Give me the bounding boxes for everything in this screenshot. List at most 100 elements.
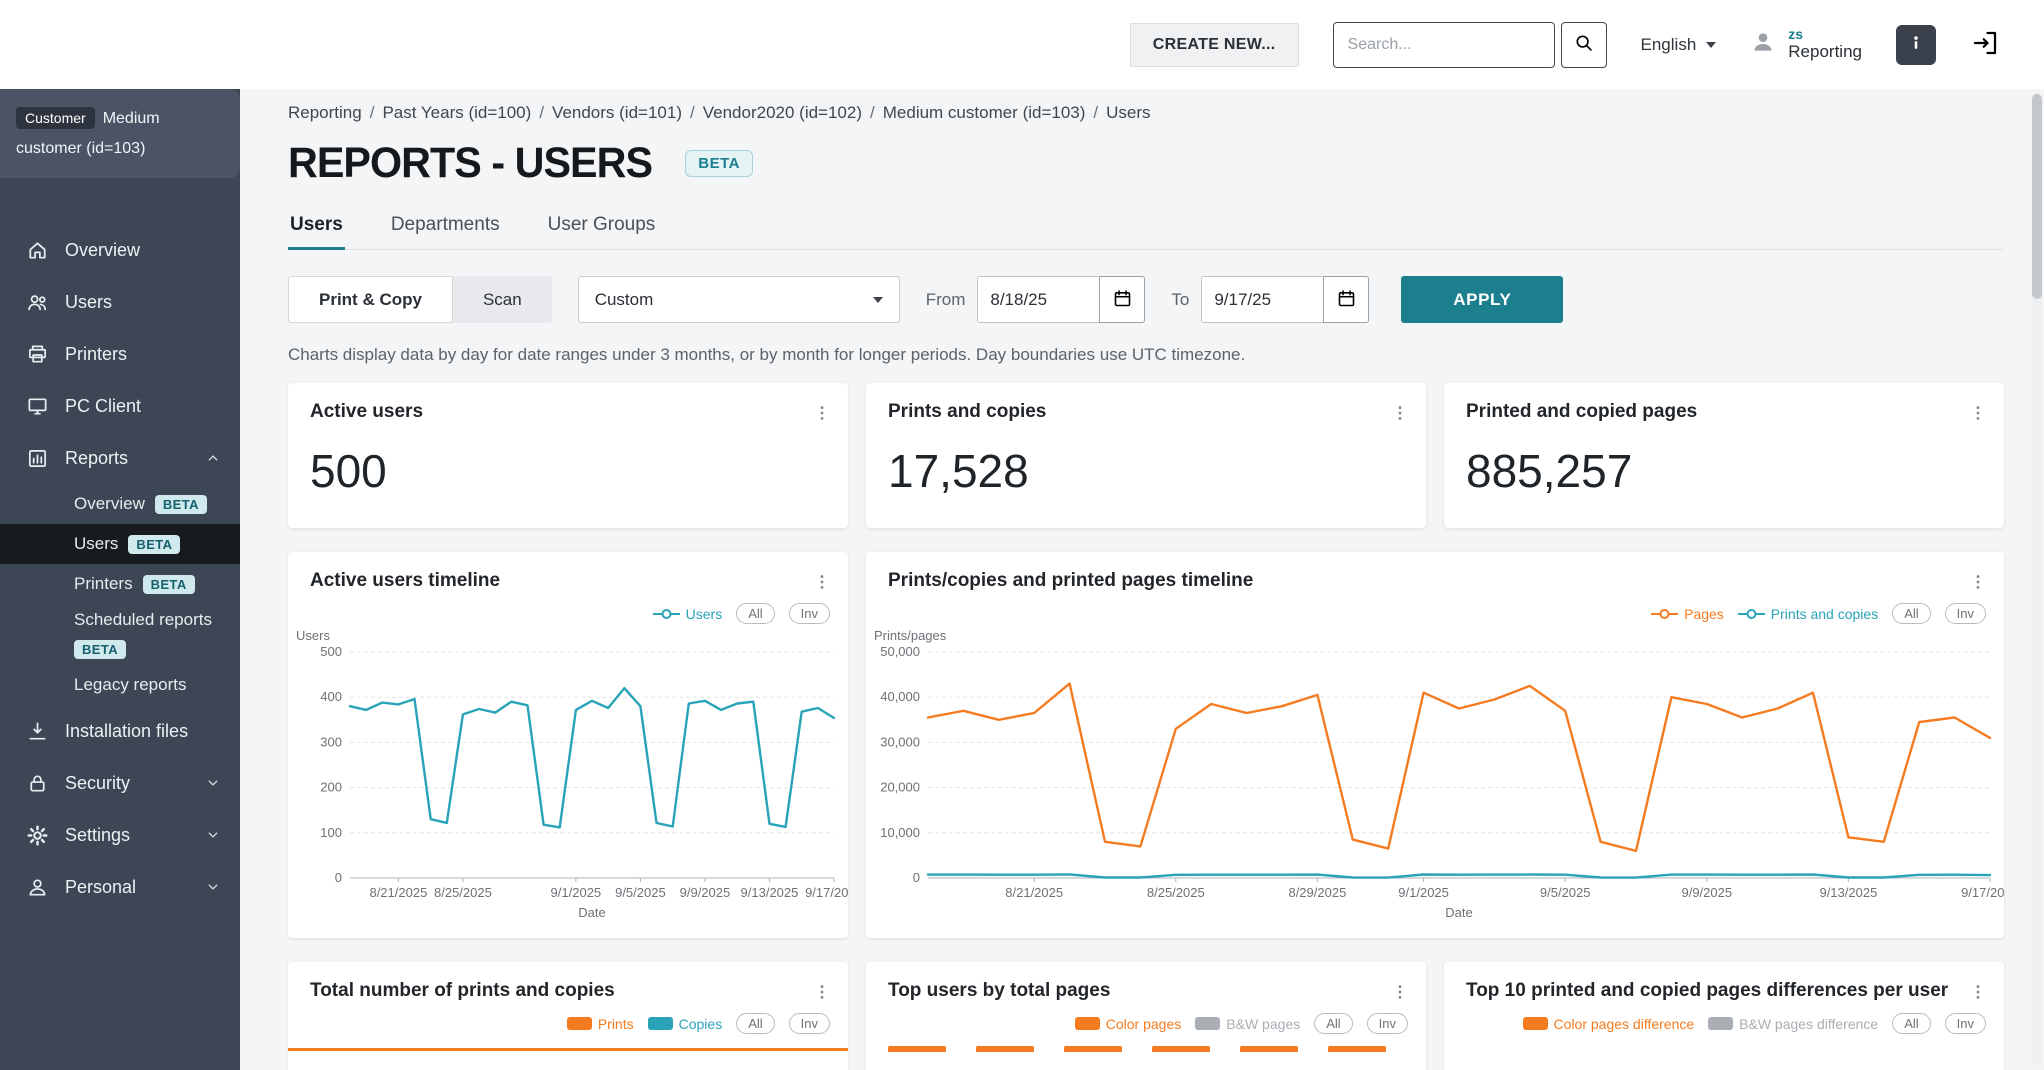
legend-copies[interactable]: Copies xyxy=(647,1016,722,1032)
sidebar-item-overview[interactable]: Overview xyxy=(0,224,240,276)
beta-badge: BETA xyxy=(142,574,195,594)
chevron-down-icon xyxy=(204,826,222,844)
gear-icon xyxy=(26,824,49,847)
svg-text:9/9/2025: 9/9/2025 xyxy=(1681,885,1732,900)
stat-value: 885,257 xyxy=(1466,445,1633,497)
sidebar-item-label: Installation files xyxy=(65,720,189,741)
legend-prints-and-copies[interactable]: Prints and copies xyxy=(1737,606,1878,622)
to-date-input[interactable] xyxy=(1201,276,1324,323)
search-input[interactable] xyxy=(1332,21,1555,68)
segment-print-copy[interactable]: Print & Copy xyxy=(288,276,453,323)
legend-label: Pages xyxy=(1684,605,1724,622)
sidebar-item-reports[interactable]: Reports xyxy=(0,432,240,484)
card-title: Total number of prints and copies xyxy=(310,980,615,1001)
scrollbar[interactable] xyxy=(2032,92,2042,1064)
legend-users[interactable]: Users xyxy=(652,606,722,622)
stat-value: 17,528 xyxy=(888,445,1029,497)
reports-subnav: Overview BETA Users BETA Printers BETA S… xyxy=(0,484,240,705)
tab-users[interactable]: Users xyxy=(288,214,345,250)
card-menu-button[interactable] xyxy=(1966,980,1990,1007)
legend-prints[interactable]: Prints xyxy=(566,1015,634,1032)
breadcrumb-link[interactable]: Vendors (id=101) xyxy=(552,103,682,123)
breadcrumb-separator: / xyxy=(369,103,375,122)
tab-user-groups[interactable]: User Groups xyxy=(546,214,658,249)
legend-color-pages-difference[interactable]: Color pages difference xyxy=(1522,1015,1695,1032)
scrollbar-thumb[interactable] xyxy=(2032,94,2042,299)
stat-value: 500 xyxy=(310,445,387,497)
language-select[interactable]: English xyxy=(1641,35,1717,55)
sidebar-item-users[interactable]: Users xyxy=(0,276,240,328)
card-menu-button[interactable] xyxy=(1966,401,1990,428)
card-menu-button[interactable] xyxy=(810,980,834,1007)
card-menu-button[interactable] xyxy=(810,570,834,597)
account-menu[interactable]: zs Reporting xyxy=(1750,26,1862,63)
filter-pill-inv[interactable]: Inv xyxy=(788,603,830,624)
filter-pill-all[interactable]: All xyxy=(1314,1013,1353,1034)
logout-button[interactable] xyxy=(1970,28,2000,61)
apply-button[interactable]: APPLY xyxy=(1401,276,1564,323)
chart-legend: Color pages B&W pages All Inv xyxy=(866,1007,1426,1034)
legend-label: B&W pages difference xyxy=(1739,1015,1879,1032)
home-icon xyxy=(26,239,49,262)
chart-legend: Pages Prints and copies All Inv xyxy=(866,597,2004,624)
legend-bw-pages-difference[interactable]: B&W pages difference xyxy=(1708,1016,1878,1032)
info-button[interactable] xyxy=(1896,24,1936,65)
top10-differences-card: Top 10 printed and copied pages differen… xyxy=(1444,962,2004,1070)
sidebar-item-pc-client[interactable]: PC Client xyxy=(0,380,240,432)
legend-label: Color pages difference xyxy=(1553,1015,1695,1032)
svg-text:Users: Users xyxy=(296,628,330,643)
sidebar-subitem-users[interactable]: Users BETA xyxy=(0,524,240,565)
sidebar-nav: Overview Users Printers PC Client Report… xyxy=(0,224,240,913)
to-calendar-button[interactable] xyxy=(1323,276,1370,323)
create-new-button[interactable]: CREATE NEW... xyxy=(1129,22,1299,67)
tab-departments[interactable]: Departments xyxy=(389,214,502,249)
stat-card-prints-copies: Prints and copies 17,528 xyxy=(866,383,1426,528)
sidebar-subitem-overview[interactable]: Overview BETA xyxy=(0,484,240,524)
from-date-input[interactable] xyxy=(977,276,1100,323)
chevron-down-icon xyxy=(872,296,883,303)
info-icon xyxy=(1905,32,1927,57)
filter-pill-all[interactable]: All xyxy=(736,1013,775,1034)
filter-pill-inv[interactable]: Inv xyxy=(1944,1013,1986,1034)
language-label: English xyxy=(1640,34,1697,54)
legend-bw-pages[interactable]: B&W pages xyxy=(1195,1016,1300,1032)
date-range-select[interactable]: Custom xyxy=(577,276,900,323)
chevron-down-icon xyxy=(204,774,222,792)
legend-pages[interactable]: Pages xyxy=(1651,606,1724,622)
sidebar-subitem-legacy-reports[interactable]: Legacy reports xyxy=(0,665,240,705)
sidebar-item-security[interactable]: Security xyxy=(0,757,240,809)
svg-text:10,000: 10,000 xyxy=(880,825,920,840)
filter-pill-all[interactable]: All xyxy=(1892,1013,1931,1034)
from-calendar-button[interactable] xyxy=(1099,276,1146,323)
to-label: To xyxy=(1171,289,1190,309)
card-menu-button[interactable] xyxy=(810,401,834,428)
svg-text:0: 0 xyxy=(913,870,920,885)
breadcrumb-link[interactable]: Medium customer (id=103) xyxy=(883,103,1086,123)
sidebar-item-personal[interactable]: Personal xyxy=(0,861,240,913)
card-menu-button[interactable] xyxy=(1388,980,1412,1007)
filter-pill-all[interactable]: All xyxy=(736,603,775,624)
filter-pill-all[interactable]: All xyxy=(1892,603,1931,624)
breadcrumb-link[interactable]: Past Years (id=100) xyxy=(382,103,531,123)
breadcrumb-link[interactable]: Reporting xyxy=(288,103,362,123)
filter-pill-inv[interactable]: Inv xyxy=(1944,603,1986,624)
filter-pill-inv[interactable]: Inv xyxy=(1366,1013,1408,1034)
search-button[interactable] xyxy=(1560,21,1607,68)
sidebar-item-label: PC Client xyxy=(65,395,142,416)
card-menu-button[interactable] xyxy=(1966,570,1990,597)
legend-label: Prints xyxy=(597,1015,634,1032)
sidebar-item-label: Overview xyxy=(65,239,141,260)
sidebar-item-printers[interactable]: Printers xyxy=(0,328,240,380)
sidebar-item-settings[interactable]: Settings xyxy=(0,809,240,861)
chart-legend: Color pages difference B&W pages differe… xyxy=(1444,1007,2004,1034)
sidebar-subitem-scheduled-reports[interactable]: Scheduled reports BETA xyxy=(0,604,240,665)
legend-color-pages[interactable]: Color pages xyxy=(1074,1016,1181,1032)
card-menu-button[interactable] xyxy=(1388,401,1412,428)
sidebar-item-installation-files[interactable]: Installation files xyxy=(0,705,240,757)
filter-pill-inv[interactable]: Inv xyxy=(788,1013,830,1034)
segment-scan[interactable]: Scan xyxy=(453,276,552,323)
breadcrumb-link[interactable]: Vendor2020 (id=102) xyxy=(703,103,862,123)
download-icon xyxy=(26,720,49,743)
sidebar-subitem-printers[interactable]: Printers BETA xyxy=(0,564,240,604)
svg-text:8/21/2025: 8/21/2025 xyxy=(1005,885,1063,900)
